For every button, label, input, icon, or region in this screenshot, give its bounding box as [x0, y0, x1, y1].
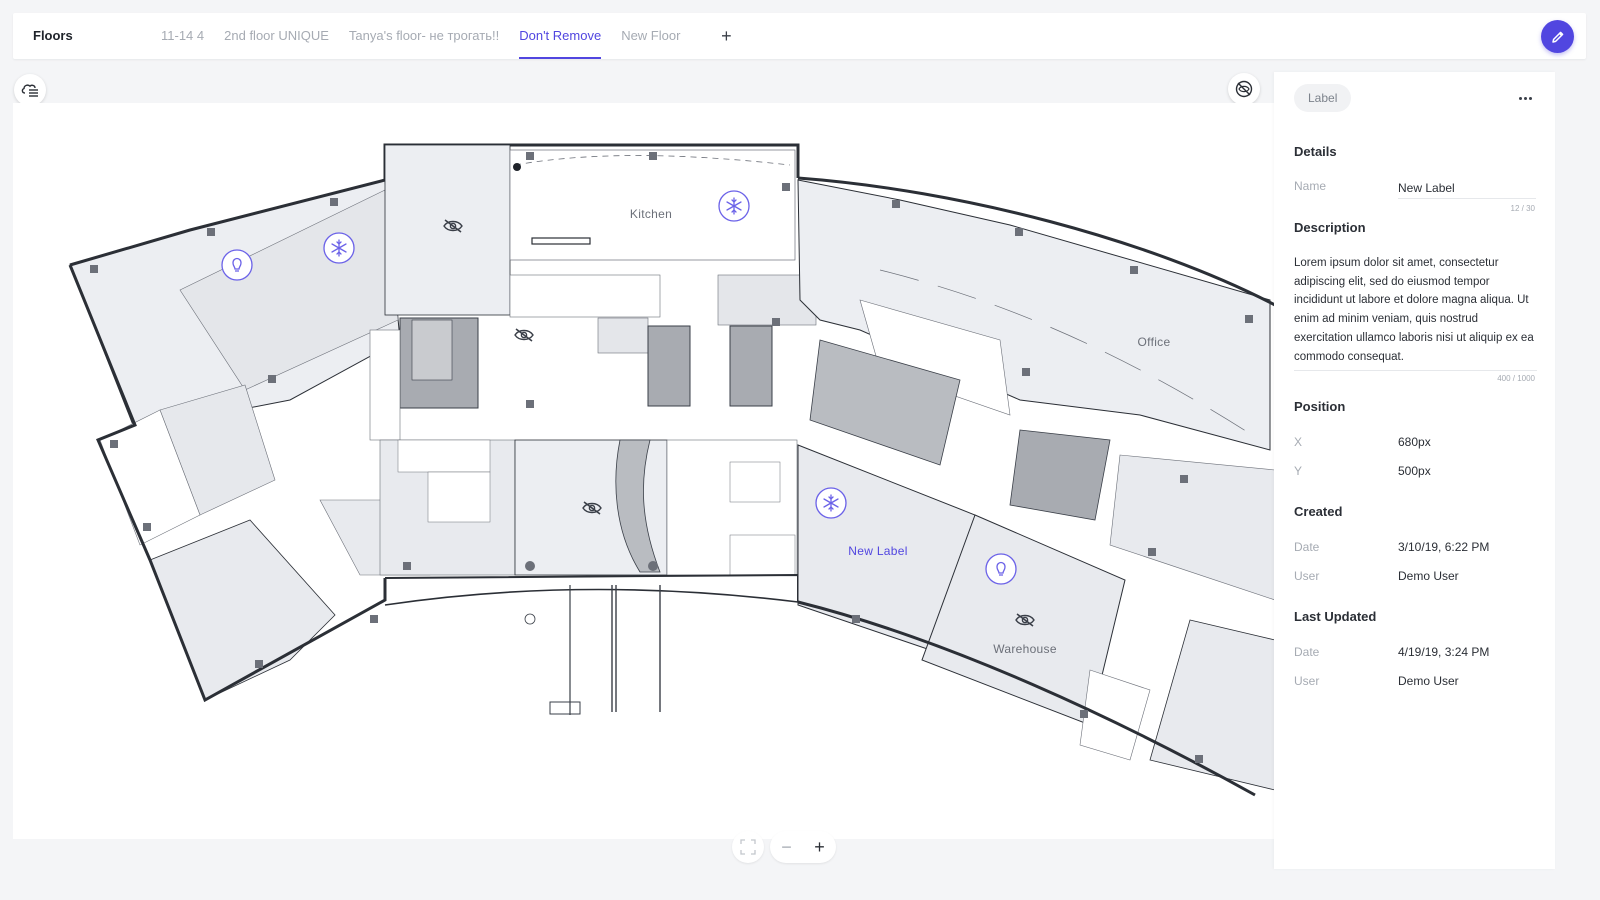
snowflake-icon[interactable]: [323, 232, 355, 264]
updated-user-label: User: [1294, 674, 1320, 688]
pencil-icon: [1551, 31, 1563, 43]
fit-to-screen-button[interactable]: [732, 831, 764, 863]
layers-icon: [21, 84, 38, 97]
expand-icon: [740, 839, 756, 855]
snowflake-icon[interactable]: [815, 487, 847, 519]
description-section-title: Description: [1294, 220, 1366, 235]
updated-date-value: 4/19/19, 3:24 PM: [1398, 645, 1490, 659]
position-x-value[interactable]: 680px: [1398, 435, 1431, 449]
tab-floor-1[interactable]: 11-14 4: [161, 13, 204, 59]
zoom-out-button[interactable]: −: [774, 834, 800, 860]
zoom-controls: − +: [770, 831, 836, 863]
created-user-value: Demo User: [1398, 569, 1459, 583]
eye-off-icon[interactable]: [514, 328, 534, 342]
created-section-title: Created: [1294, 504, 1343, 519]
name-label: Name: [1294, 179, 1327, 193]
visibility-off-icon: [1235, 80, 1253, 98]
top-bar: Floors 11-14 4 2nd floor UNIQUE Tanya's …: [13, 13, 1586, 59]
page-title: Floors: [33, 28, 73, 43]
updated-date-label: Date: [1294, 645, 1320, 659]
edit-button[interactable]: [1541, 20, 1574, 53]
lightbulb-icon[interactable]: [221, 249, 253, 281]
tab-floor-2[interactable]: 2nd floor UNIQUE: [224, 13, 329, 59]
created-user-label: User: [1294, 569, 1320, 583]
tab-floor-5[interactable]: New Floor: [621, 13, 680, 59]
lightbulb-icon[interactable]: [985, 553, 1017, 585]
position-section-title: Position: [1294, 399, 1346, 414]
object-type-chip: Label: [1294, 84, 1352, 112]
room-label-kitchen[interactable]: Kitchen: [630, 207, 672, 221]
position-y-value[interactable]: 500px: [1398, 464, 1431, 478]
floor-tabs: 11-14 4 2nd floor UNIQUE Tanya's floor- …: [161, 13, 736, 59]
more-options-button[interactable]: [1515, 90, 1535, 106]
tab-floor-4[interactable]: Don't Remove: [519, 13, 601, 59]
details-panel: Label Details Name 12 / 30 Description L…: [1274, 72, 1555, 869]
room-label-warehouse[interactable]: Warehouse: [993, 642, 1057, 656]
tab-floor-3[interactable]: Tanya's floor- не трогать!!: [349, 13, 499, 59]
zoom-in-button[interactable]: +: [807, 834, 833, 860]
add-floor-button[interactable]: +: [716, 13, 736, 59]
snowflake-icon[interactable]: [718, 190, 750, 222]
room-label-new-label[interactable]: New Label: [848, 544, 907, 558]
position-y-label: Y: [1294, 464, 1303, 478]
more-icon: [1518, 96, 1522, 100]
room-label-office[interactable]: Office: [1138, 335, 1171, 349]
updated-section-title: Last Updated: [1294, 609, 1377, 624]
updated-user-value: Demo User: [1398, 674, 1459, 688]
floorplan-drawing: Kitchen Office New Label Warehouse: [68, 143, 1275, 797]
description-textarea[interactable]: Lorem ipsum dolor sit amet, consectetur …: [1294, 254, 1537, 372]
created-date-value: 3/10/19, 6:22 PM: [1398, 540, 1490, 554]
floorplan-canvas[interactable]: Kitchen Office New Label Warehouse: [13, 103, 1275, 839]
position-x-label: X: [1294, 435, 1303, 449]
details-section-title: Details: [1294, 144, 1337, 159]
name-char-counter: 12 / 30: [1510, 204, 1535, 213]
name-input[interactable]: [1398, 177, 1536, 199]
description-char-counter: 400 / 1000: [1497, 374, 1535, 383]
created-date-label: Date: [1294, 540, 1320, 554]
toggle-visibility-button[interactable]: [1228, 73, 1260, 105]
layers-button[interactable]: [14, 74, 46, 106]
